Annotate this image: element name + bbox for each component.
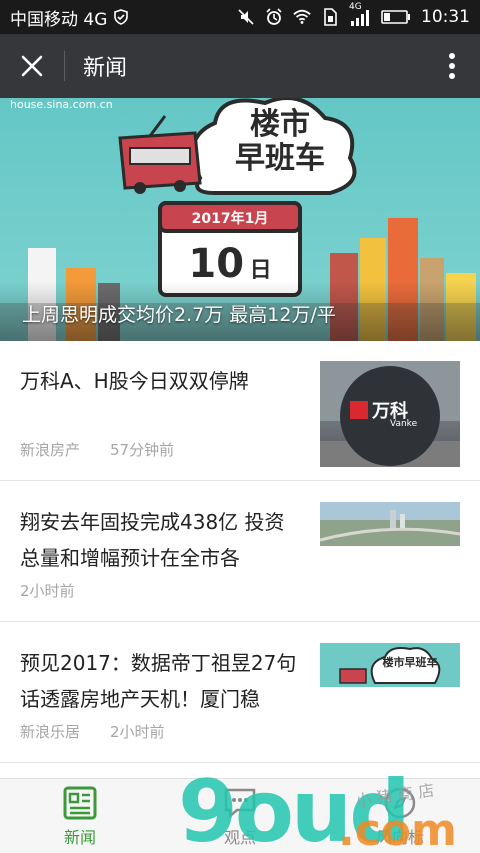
banner-sign-line1: 楼市 xyxy=(250,107,310,142)
news-icon xyxy=(63,786,97,819)
network-label: 4G xyxy=(349,2,362,12)
banner-source-text: house.sina.com.cn xyxy=(10,98,113,111)
tab-label: 新闻 xyxy=(63,827,96,847)
calendar-month: 2017年1月 xyxy=(191,211,269,227)
more-vertical-icon xyxy=(449,53,455,79)
mute-icon xyxy=(238,9,254,25)
close-button[interactable] xyxy=(0,34,64,98)
thumb-sign-text: 楼市早班车 xyxy=(382,656,438,669)
status-bar: 中国移动 4G 4G 10:31 xyxy=(0,0,480,34)
thumb-brand-sub: Vanke xyxy=(390,419,418,429)
tram-illustration xyxy=(118,115,202,194)
shield-icon xyxy=(114,9,129,25)
alarm-icon xyxy=(266,8,282,25)
banner-sign: 楼市 早班车 xyxy=(215,108,345,176)
more-options-button[interactable] xyxy=(424,34,480,98)
banner-caption[interactable]: 上周思明成交均价2.7万 最高12万/平 xyxy=(22,300,336,327)
watermark-domain: .com xyxy=(338,805,457,853)
news-list-item[interactable]: 预见2017：数据帝丁祖昱27句话透露房地产天机！厦门稳 新浪乐居 2小时前 楼… xyxy=(0,623,480,763)
news-source: 新浪乐居 xyxy=(20,723,81,741)
news-source: 新浪房产 xyxy=(20,441,81,459)
banner-sign-line2: 早班车 xyxy=(235,141,325,176)
news-thumbnail: 万科 Vanke xyxy=(320,361,460,467)
signal-indicator: 4G xyxy=(349,2,371,26)
news-thumbnail: 楼市早班车 xyxy=(320,643,460,687)
news-thumbnail xyxy=(320,502,460,546)
news-list-item[interactable]: 翔安去年固投完成438亿 投资总量和增幅预计在全市各 2小时前 xyxy=(0,482,480,622)
battery-icon xyxy=(381,10,410,24)
news-meta: 新浪乐居 2小时前 xyxy=(20,721,165,742)
news-list-item[interactable]: 万科A、H股今日双双停牌 新浪房产 57分钟前 万科 Vanke xyxy=(0,341,480,481)
news-time: 2小时前 xyxy=(20,582,75,600)
news-title: 万科A、H股今日双双停牌 xyxy=(20,369,249,393)
sim-icon xyxy=(324,8,337,26)
app-bar-divider xyxy=(64,51,65,81)
news-time: 57分钟前 xyxy=(110,441,175,459)
news-meta: 2小时前 xyxy=(20,580,75,601)
news-title: 预见2017：数据帝丁祖昱27句话透露房地产天机！厦门稳 xyxy=(20,651,297,711)
clock-time: 10:31 xyxy=(421,7,470,27)
news-meta: 新浪房产 57分钟前 xyxy=(20,439,174,460)
news-time: 2小时前 xyxy=(110,723,165,741)
page-title: 新闻 xyxy=(83,56,128,81)
news-title: 翔安去年固投完成438亿 投资总量和增幅预计在全市各 xyxy=(20,510,285,570)
calendar-day-unit: 日 xyxy=(249,258,272,283)
wifi-icon xyxy=(293,9,311,24)
aerial-city-image xyxy=(320,502,460,546)
app-bar: 新闻 xyxy=(0,34,480,98)
carrier-label: 中国移动 4G xyxy=(10,9,108,30)
tab-news[interactable]: 新闻 xyxy=(0,779,160,853)
close-icon xyxy=(21,55,43,77)
